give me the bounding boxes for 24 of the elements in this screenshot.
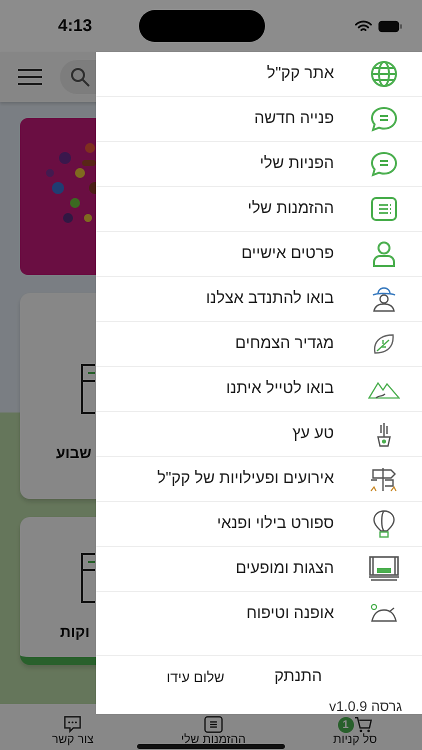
tab-item[interactable]: צור קשר xyxy=(52,716,94,750)
menu-item-label: בואו לטייל איתנו xyxy=(226,380,334,398)
tab-label: צור קשר xyxy=(52,733,94,746)
category-title: שבוע xyxy=(56,445,92,462)
menu-item-label: הצגות ומופעים xyxy=(236,560,334,578)
cart-count-badge: 1 xyxy=(338,717,354,733)
menu-item-label: ספורט בילוי ופנאי xyxy=(217,515,334,533)
tab-label: סל קניות xyxy=(333,733,377,746)
menu-item-label: הפניות שלי xyxy=(260,155,334,173)
logout-button[interactable]: התנתק xyxy=(274,668,322,686)
menu-item-label: ההזמנות שלי xyxy=(248,200,334,218)
version-text: גרסה v1.0.9 xyxy=(328,698,402,714)
tab-label: ההזמנות שלי xyxy=(181,733,246,746)
menu-item-label: פנייה חדשה xyxy=(254,110,334,128)
status-time: 4:13 xyxy=(58,16,94,36)
category-title: וקות xyxy=(60,624,90,641)
menu-item-label: אירועים ופעילויות של קק"ל xyxy=(157,470,334,488)
menu-item-label: מגדיר הצמחים xyxy=(235,335,334,353)
menu-item-label: אופנה וטיפוח xyxy=(246,605,334,623)
menu-item-label: בואו להתנדב אצלנו xyxy=(206,290,334,308)
menu-item-label: אתר קק"ל xyxy=(266,65,334,83)
greeting-text: שלום עידו xyxy=(166,669,224,685)
menu-item-label: פרטים אישיים xyxy=(241,245,334,263)
menu-item-label: טע עץ xyxy=(292,425,334,443)
